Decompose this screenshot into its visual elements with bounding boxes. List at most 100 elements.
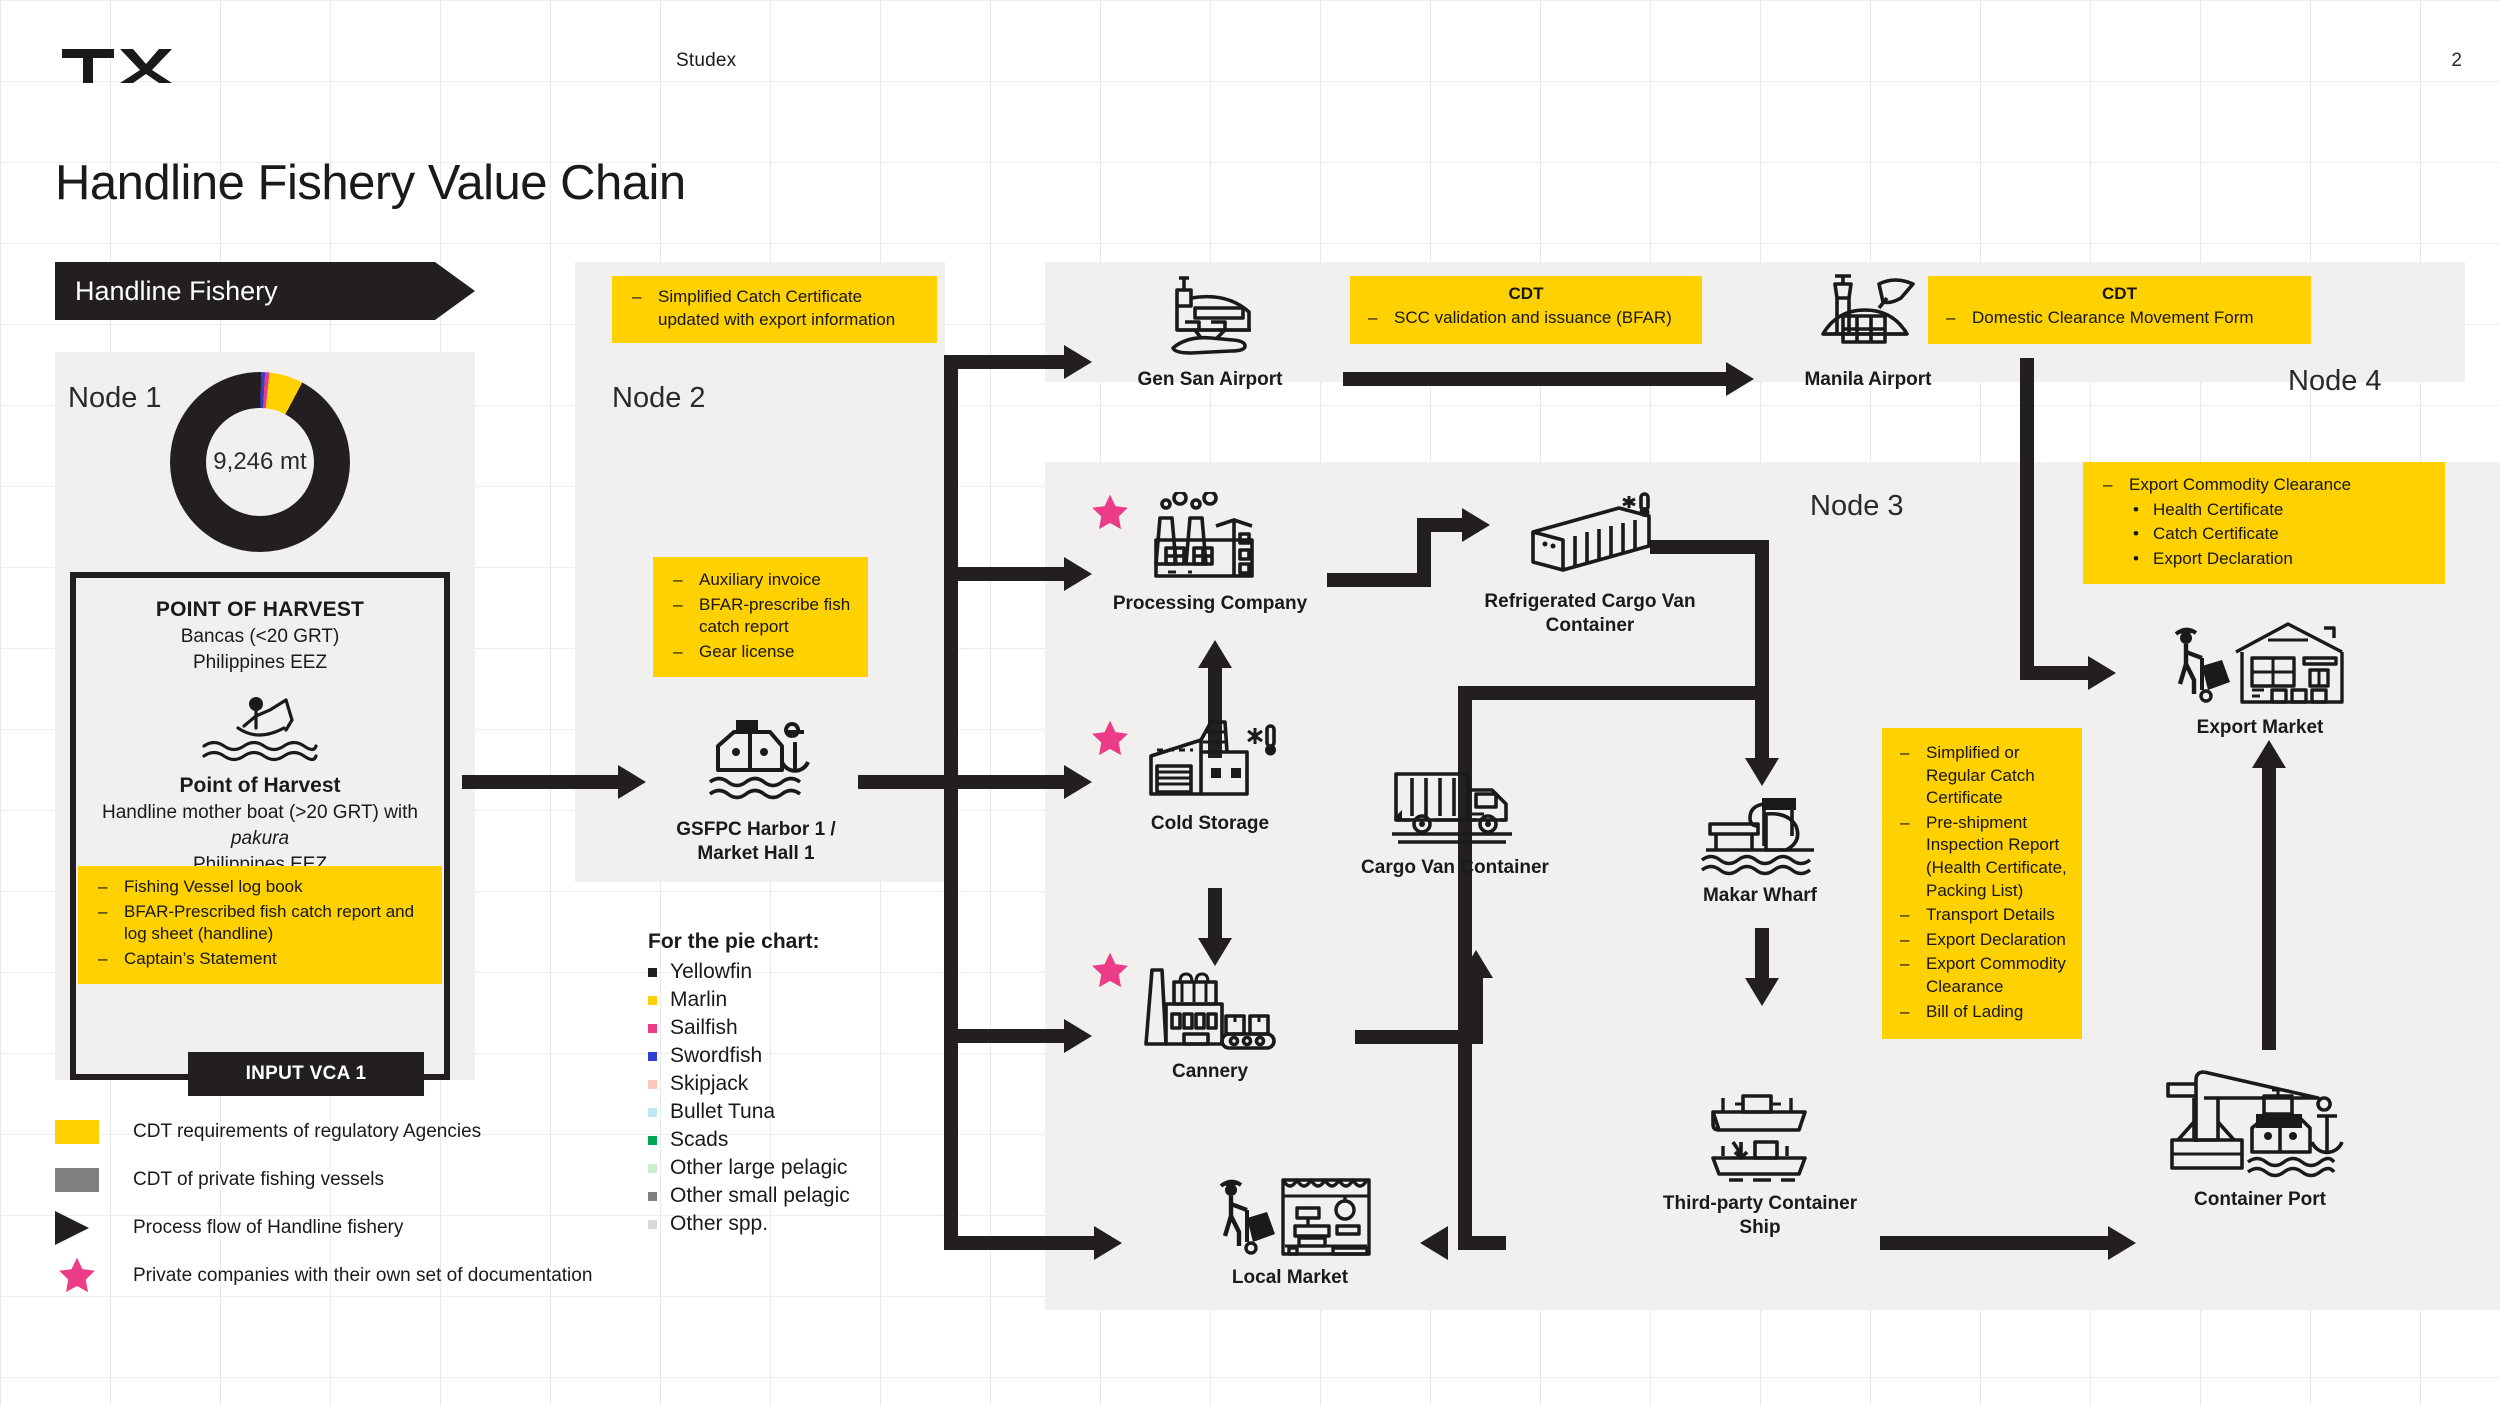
arrowhead-right	[1064, 557, 1092, 591]
page-title: Handline Fishery Value Chain	[55, 156, 686, 210]
poh-cdt-note: Fishing Vessel log book BFAR-Prescribed …	[78, 866, 442, 985]
handline-fishery-banner: Handline Fishery	[55, 262, 475, 320]
legend-item-arrow: Process flow of Handline fishery	[55, 1204, 695, 1252]
legend-label: Private companies with their own set of …	[133, 1265, 593, 1286]
note-item: Simplified or Regular Catch Certificate	[1892, 742, 2072, 810]
node-label: Export Market	[2196, 717, 2324, 738]
arrowhead-right	[1726, 362, 1754, 396]
note-item: Export Declaration	[1892, 929, 2072, 952]
pie-legend-label: Other small pelagic	[670, 1184, 850, 1207]
note-auxiliary-docs: Auxiliary invoice BFAR-prescribe fish ca…	[653, 557, 868, 678]
node-label: Manila Airport	[1804, 369, 1932, 390]
node-cargo-van[interactable]: Cargo Van Container	[1345, 760, 1565, 880]
swatch-other-small-pelagic	[648, 1191, 657, 1201]
swatch-yellowfin	[648, 967, 657, 977]
black-triangle-icon	[55, 1211, 117, 1245]
input-vca-tag: INPUT VCA 1	[188, 1052, 424, 1096]
node-4-label: Node 4	[2288, 365, 2382, 397]
note-item: Pre-shipment Inspection Report (Health C…	[1892, 812, 2072, 902]
arrowhead-up	[1459, 950, 1493, 978]
poh-note-item: Captain’s Statement	[90, 948, 430, 971]
connector-processing-to-reefer-h1	[1327, 573, 1431, 587]
node-gsfpc-harbor[interactable]: GSFPC Harbor 1 / Market Hall 1	[648, 718, 864, 866]
node-label: Refrigerated Cargo Van Container	[1484, 591, 1696, 636]
node-refrigerated-container[interactable]: Refrigerated Cargo Van Container	[1480, 492, 1700, 638]
connector-to-local-market	[944, 1236, 1106, 1250]
note-export-commodity-clearance: Export Commodity Clearance Health Certif…	[2083, 462, 2445, 585]
arrowhead-up	[2252, 740, 2286, 768]
node-label: Container Port	[2194, 1189, 2326, 1210]
arrowhead-right	[618, 765, 646, 799]
node-3-label: Node 3	[1810, 490, 1904, 522]
note-item: Domestic Clearance Movement Form	[1938, 307, 2301, 330]
fisherman-boat-icon	[76, 690, 444, 762]
pie-legend-item: Scads	[648, 1126, 850, 1154]
pie-legend-label: Yellowfin	[670, 960, 753, 983]
node-gensan-airport[interactable]: Gen San Airport	[1110, 272, 1310, 392]
note-subitem: Catch Certificate	[2095, 523, 2433, 546]
cdt-heading: CDT	[1508, 284, 1544, 303]
node-container-port[interactable]: Container Port	[2150, 1062, 2370, 1212]
grey-swatch-icon	[55, 1168, 117, 1192]
note-item: Bill of Lading	[1892, 1001, 2072, 1024]
node-makar-wharf[interactable]: Makar Wharf	[1660, 790, 1860, 908]
arrowhead-right	[2108, 1226, 2136, 1260]
swatch-marlin	[648, 995, 657, 1005]
node-export-market[interactable]: Export Market	[2140, 618, 2380, 740]
note-shipping-documents: Simplified or Regular Catch Certificate …	[1882, 728, 2082, 1040]
pie-legend-item: Other spp.	[648, 1210, 850, 1238]
poh-note-item: Fishing Vessel log book	[90, 876, 430, 899]
node-manila-airport[interactable]: Manila Airport	[1768, 272, 1968, 392]
connector-trunk-vertical	[944, 355, 958, 1250]
project-name: Studex	[676, 50, 737, 71]
pie-legend-label: Marlin	[670, 988, 728, 1011]
pie-legend-title: For the pie chart:	[648, 930, 820, 953]
poh-note-item: BFAR-Prescribed fish catch report and lo…	[90, 901, 430, 946]
node-label: Local Market	[1231, 1267, 1349, 1288]
connector-cannery-up-h	[1355, 1030, 1483, 1044]
pink-star-icon	[1088, 950, 1132, 992]
pie-legend-label: Other large pelagic	[670, 1156, 848, 1179]
arrowhead-right	[1094, 1226, 1122, 1260]
node-processing-company[interactable]: Processing Company	[1092, 492, 1320, 616]
note-item: SCC validation and issuance (BFAR)	[1360, 307, 1692, 330]
arrowhead-right	[1064, 765, 1092, 799]
connector-manila-down	[2020, 358, 2034, 680]
node-container-ship[interactable]: Third-party Container Ship	[1650, 1092, 1870, 1240]
arrowhead-right	[1064, 345, 1092, 379]
note-item: Auxiliary invoice	[665, 569, 856, 592]
node-cannery[interactable]: Cannery	[1092, 952, 1320, 1084]
node-label: Cannery	[1171, 1061, 1249, 1082]
legend-item-grey: CDT of private fishing vessels	[55, 1156, 695, 1204]
node-local-market[interactable]: Local Market	[1180, 1168, 1400, 1290]
tx-logo	[62, 47, 172, 87]
connector-cargo-loop-bottom	[1458, 1236, 1506, 1250]
connector-ship-to-port	[1880, 1236, 2120, 1250]
pie-chart-legend: For the pie chart: Yellowfin Marlin Sail…	[648, 930, 850, 1238]
node-2-label: Node 2	[612, 382, 706, 414]
pie-legend-label: Skipjack	[670, 1072, 749, 1095]
poh-heading: POINT OF HARVEST	[155, 598, 365, 621]
connector-to-processing	[944, 567, 1076, 581]
connector-harbor-out	[858, 775, 958, 789]
node-label: Cold Storage	[1150, 813, 1270, 834]
swatch-swordfish	[648, 1051, 657, 1061]
banner-label: Handline Fishery	[75, 275, 278, 306]
poh-pakura: pakura	[230, 828, 290, 849]
arrowhead-left	[1420, 1226, 1448, 1260]
node-cold-storage[interactable]: Cold Storage	[1092, 718, 1320, 836]
note-manila-cdt: CDT Domestic Clearance Movement Form	[1928, 276, 2311, 344]
node-label: GSFPC Harbor 1 / Market Hall 1	[676, 819, 836, 864]
pie-legend-item: Sailfish	[648, 1014, 850, 1042]
poh-heading-2: Point of Harvest	[179, 774, 341, 797]
note-subitem: Health Certificate	[2095, 499, 2433, 522]
arrowhead-down	[1745, 978, 1779, 1006]
pie-legend-item: Other small pelagic	[648, 1182, 850, 1210]
pie-legend-item: Swordfish	[648, 1042, 850, 1070]
legend: CDT requirements of regulatory Agencies …	[55, 1108, 695, 1300]
cdt-heading: CDT	[2102, 284, 2137, 303]
poh-eez-1: Philippines EEZ	[192, 652, 328, 673]
connector-cargo-loop-top	[1458, 686, 1768, 700]
swatch-other-spp	[648, 1219, 657, 1229]
arrowhead-right	[2088, 656, 2116, 690]
